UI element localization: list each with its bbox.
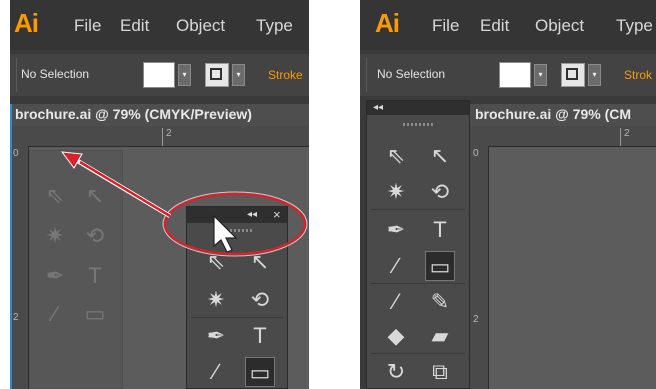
document-title: brochure.ai @ 79% (CM: [475, 106, 632, 122]
menu-object[interactable]: Object: [535, 16, 584, 36]
drag-arrow: [79, 160, 171, 218]
ruler-mark-zero: 0: [473, 148, 479, 159]
menu-edit[interactable]: Edit: [480, 16, 509, 36]
artboard-canvas[interactable]: [489, 147, 656, 389]
tool-separator: [371, 283, 465, 284]
callout-ellipse: [163, 192, 307, 256]
ruler-mark: 2: [624, 128, 630, 139]
screenshot-after: Ai File Edit Object Type No Selection ▾ …: [360, 0, 656, 389]
fill-dropdown[interactable]: ▾: [534, 64, 547, 86]
vertical-ruler[interactable]: 0 2: [470, 146, 489, 389]
pen-tool[interactable]: ✒: [381, 215, 411, 245]
panel-grip[interactable]: [403, 123, 433, 126]
rectangle-tool[interactable]: ▭: [425, 251, 455, 281]
scale-tool[interactable]: ⧉: [425, 357, 455, 387]
paintbrush-tool[interactable]: ⁄: [381, 287, 411, 317]
blob-brush-tool[interactable]: ◆: [381, 321, 411, 351]
screenshot-before: Ai File Edit Object Type No Selection ▾ …: [10, 0, 309, 389]
app-logo: Ai: [375, 8, 400, 38]
tools-panel-header[interactable]: ◂◂: [367, 101, 469, 115]
selection-status: No Selection: [377, 67, 446, 81]
stroke-dropdown[interactable]: ▾: [588, 64, 601, 86]
line-tool[interactable]: ∕: [381, 251, 411, 281]
lasso-tool[interactable]: ⟲: [425, 177, 455, 207]
document-tab[interactable]: brochure.ai @ 79% (CM: [470, 104, 656, 126]
pencil-tool[interactable]: ✎: [425, 287, 455, 317]
mouse-cursor-icon: [213, 214, 238, 253]
tool-separator: [371, 209, 465, 210]
selection-tool[interactable]: ⇖: [381, 141, 411, 171]
tools-panel-docked[interactable]: ◂◂ ⇖ ↖ ✷ ⟲ ✒ T ∕ ▭ ⁄ ✎ ◆ ▰ ↻ ⧉: [366, 100, 470, 389]
tool-separator: [371, 353, 465, 354]
horizontal-ruler[interactable]: 2: [470, 126, 656, 147]
fill-swatch[interactable]: [499, 62, 531, 88]
direct-selection-tool[interactable]: ↖: [425, 141, 455, 171]
magic-wand-tool[interactable]: ✷: [381, 177, 411, 207]
collapse-icon[interactable]: ◂◂: [373, 102, 383, 113]
stroke-label[interactable]: Strok: [624, 68, 652, 82]
eraser-tool[interactable]: ▰: [425, 321, 455, 351]
annotation-overlay: [60, 151, 308, 257]
rotate-tool[interactable]: ↻: [381, 357, 411, 387]
menu-bar: Ai File Edit Object Type: [360, 0, 656, 50]
menu-type[interactable]: Type: [616, 16, 653, 36]
arrow-head: [60, 151, 83, 169]
ruler-mark-two: 2: [473, 314, 479, 325]
type-tool[interactable]: T: [425, 215, 455, 245]
stroke-swatch[interactable]: [561, 63, 585, 87]
menu-file[interactable]: File: [432, 16, 459, 36]
control-bar: No Selection ▾ ▾ Strok: [360, 54, 656, 96]
